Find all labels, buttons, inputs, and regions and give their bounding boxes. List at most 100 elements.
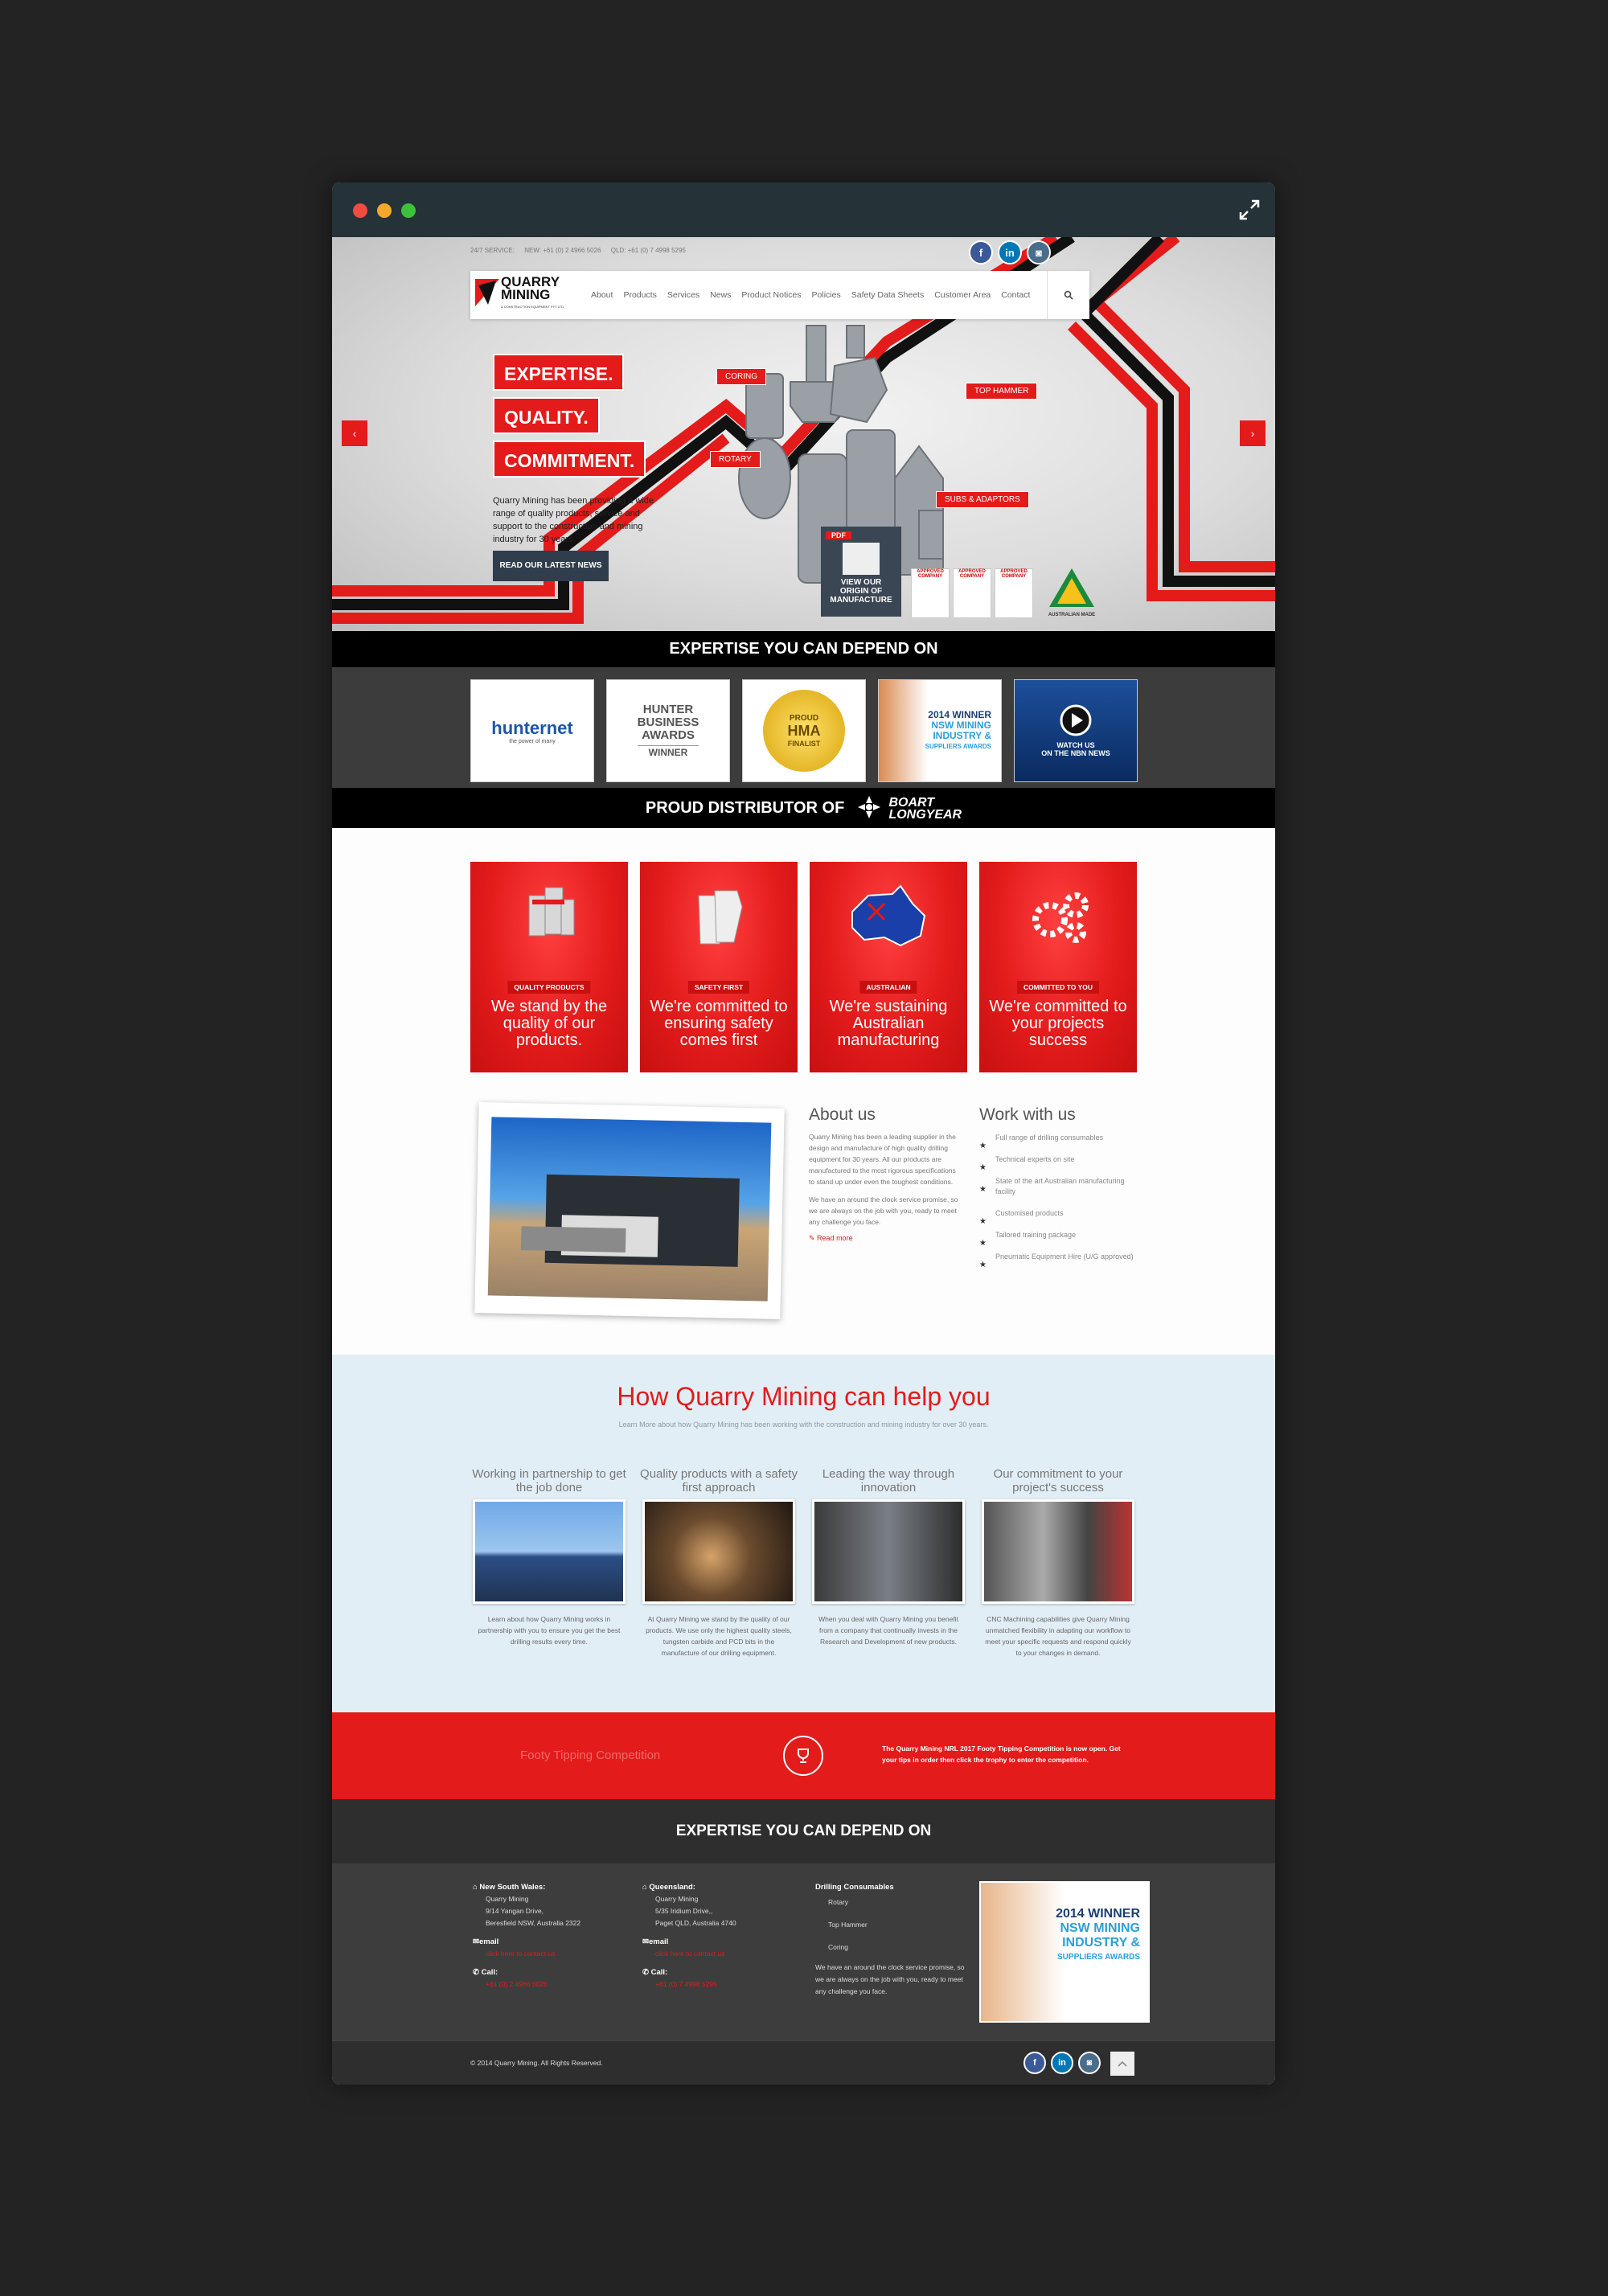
footy-title: Footy Tipping Competition	[520, 1749, 661, 1762]
hunternet-logo[interactable]: hunternet the power of many	[470, 679, 594, 782]
facebook-icon[interactable]: f	[1023, 2052, 1046, 2074]
qld-contact-link[interactable]: click here to contact us	[642, 1948, 803, 1960]
minimize-window-button[interactable]	[377, 203, 392, 218]
nsw-mining-award-logo[interactable]: 2014 WINNER NSW MINING INDUSTRY & SUPPLI…	[878, 679, 1002, 782]
social-links-footer: f in ◙	[1023, 2052, 1101, 2074]
instagram-icon[interactable]: ◙	[1078, 2052, 1101, 2074]
label-top-hammer[interactable]: TOP HAMMER	[966, 383, 1038, 400]
footer-link-coring[interactable]: Coring	[815, 1941, 968, 1954]
phone-qld[interactable]: QLD: +61 (0) 7 4998 5295	[611, 247, 686, 254]
about-paragraph-2: We have an around the clock service prom…	[809, 1195, 958, 1226]
phone-nsw[interactable]: NEW: +61 (0) 2 4966 5026	[524, 247, 601, 254]
nav-customer-area[interactable]: Customer Area	[934, 290, 991, 300]
australia-map-icon	[851, 884, 926, 947]
work-item: Customised products	[979, 1208, 1140, 1227]
nav-contact[interactable]: Contact	[1001, 290, 1030, 300]
help-col-image[interactable]	[642, 1499, 795, 1604]
footy-text: The Quarry Mining NRL 2017 Footy Tipping…	[882, 1745, 1121, 1764]
trophy-button[interactable]	[783, 1736, 823, 1776]
help-col-image[interactable]	[982, 1499, 1134, 1604]
search-button[interactable]	[1047, 271, 1089, 319]
help-subtitle: Learn More about how Quarry Mining has b…	[618, 1421, 989, 1429]
boart-longyear-logo[interactable]: BOART LONGYEAR	[888, 796, 962, 821]
topbar-contact: 24/7 SERVICE: NEW: +61 (0) 2 4966 5026 Q…	[470, 247, 694, 254]
feature-card-committed[interactable]: COMMITTED TO YOU We're committed to your…	[979, 862, 1137, 1072]
slider-prev-button[interactable]: ‹	[342, 420, 367, 446]
linkedin-icon[interactable]: in	[998, 240, 1022, 264]
help-col-text: At Quarry Mining we stand by the quality…	[646, 1615, 792, 1657]
cert-badge-3: APPROVED COMPANY	[995, 568, 1033, 618]
feature-card-australian[interactable]: AUSTRALIAN We're sustaining Australian m…	[810, 862, 967, 1072]
service-label: 24/7 SERVICE:	[470, 247, 515, 254]
browser-window: 24/7 SERVICE: NEW: +61 (0) 2 4966 5026 Q…	[332, 182, 1275, 2085]
nav-product-notices[interactable]: Product Notices	[741, 290, 801, 300]
facebook-icon[interactable]: f	[969, 240, 993, 264]
expertise-banner: EXPERTISE YOU CAN DEPEND ON	[332, 631, 1275, 667]
nav-services[interactable]: Services	[667, 290, 699, 300]
pdf-text: VIEW OUR ORIGIN OF MANUFACTURE	[830, 578, 892, 605]
envelope-icon: ✉	[473, 1937, 479, 1946]
document-thumbnail	[843, 543, 880, 575]
feature-card-quality[interactable]: QUALITY PRODUCTS We stand by the quality…	[470, 862, 628, 1072]
origin-of-manufacture-link[interactable]: PDF VIEW OUR ORIGIN OF MANUFACTURE	[821, 527, 901, 617]
website: 24/7 SERVICE: NEW: +61 (0) 2 4966 5026 Q…	[332, 237, 1275, 2085]
nav-about[interactable]: About	[591, 290, 613, 300]
pencil-icon: ✎	[809, 1234, 818, 1242]
footer: ⌂ New South Wales: Quarry Mining 9/14 Ya…	[332, 1863, 1275, 2040]
label-subs-adaptors[interactable]: SUBS & ADAPTORS	[936, 491, 1029, 508]
work-title: Work with us	[979, 1105, 1076, 1124]
read-more-link[interactable]: ✎ Read more	[809, 1234, 962, 1243]
maximize-window-button[interactable]	[401, 203, 416, 218]
distributor-banner: PROUD DISTRIBUTOR OF BOART LONGYEAR	[332, 788, 1275, 828]
footer-link-rotary[interactable]: Rotary	[815, 1896, 968, 1909]
nav-news[interactable]: News	[710, 290, 731, 300]
logo-text-2: MINING	[501, 287, 551, 302]
partner-logos-strip: hunternet the power of many HUNTER BUSINE…	[332, 667, 1275, 788]
label-coring[interactable]: CORING	[716, 368, 766, 385]
nav-products[interactable]: Products	[623, 290, 656, 300]
about-title: About us	[809, 1105, 876, 1124]
distributor-text: PROUD DISTRIBUTOR OF	[645, 799, 845, 817]
hma-finalist-logo[interactable]: PROUD HMA FINALIST	[742, 679, 866, 782]
nav-policies[interactable]: Policies	[812, 290, 841, 300]
pdf-icon: PDF	[826, 531, 851, 539]
hero-tag-commitment: COMMITMENT.	[493, 441, 646, 478]
feature-text: We're sustaining Australian manufacturin…	[829, 998, 948, 1049]
cert-badge-1: APPROVED COMPANY	[911, 568, 950, 618]
australian-made-logo: AUSTRALIAN MADE	[1048, 567, 1096, 617]
qld-phone-link[interactable]: +61 (0) 7 4998 5295	[642, 1978, 803, 1991]
work-item: Technical experts on site	[979, 1154, 1140, 1173]
slider-next-button[interactable]: ›	[1240, 420, 1265, 446]
instagram-icon[interactable]: ◙	[1027, 240, 1051, 264]
back-to-top-button[interactable]	[1110, 2052, 1134, 2076]
help-col-title: Leading the way through innovation	[822, 1467, 955, 1494]
label-rotary[interactable]: ROTARY	[710, 451, 761, 468]
feature-label: AUSTRALIAN	[859, 981, 917, 994]
footer-nsw: ⌂ New South Wales: Quarry Mining 9/14 Ya…	[473, 1881, 634, 1991]
nav-safety-data-sheets[interactable]: Safety Data Sheets	[851, 290, 924, 300]
work-list: Full range of drilling consumables Techn…	[979, 1133, 1140, 1270]
close-window-button[interactable]	[353, 203, 367, 218]
site-logo[interactable]: QUARRY MINING & CONSTRUCTION EQUIPMENT P…	[475, 275, 576, 314]
help-col-image[interactable]	[812, 1499, 965, 1604]
feature-text: We stand by the quality of our products.	[490, 998, 608, 1049]
kangaroo-icon	[1049, 568, 1094, 607]
help-col-image[interactable]	[473, 1499, 626, 1604]
fullscreen-icon[interactable]	[1238, 199, 1261, 221]
linkedin-icon[interactable]: in	[1051, 2052, 1073, 2074]
social-links-top: f in ◙	[969, 240, 1051, 264]
footy-tipping-banner: Footy Tipping Competition The Quarry Min…	[332, 1712, 1275, 1799]
help-col-title: Our commitment to your project's success	[993, 1467, 1123, 1494]
footer-award-image[interactable]: 2014 WINNER NSW MINING INDUSTRY & SUPPLI…	[979, 1881, 1150, 2023]
nsw-contact-link[interactable]: click here to contact us	[473, 1948, 634, 1960]
feature-text: We're committed to your projects success	[989, 998, 1127, 1049]
nbn-news-video[interactable]: WATCH US ON THE NBN NEWS	[1014, 679, 1138, 782]
read-latest-news-button[interactable]: READ OUR LATEST NEWS	[493, 551, 609, 581]
nsw-phone-link[interactable]: +61 (0) 2 4966 5026	[473, 1978, 634, 1991]
work-item: Full range of drilling consumables	[979, 1133, 1140, 1151]
footer-link-top-hammer[interactable]: Top Hammer	[815, 1919, 968, 1931]
hma-seal: PROUD HMA FINALIST	[763, 690, 845, 772]
feature-card-safety[interactable]: SAFETY FIRST We're committed to ensuring…	[640, 862, 798, 1072]
chevron-up-icon	[1118, 2060, 1127, 2067]
hunter-business-awards-logo[interactable]: HUNTER BUSINESS AWARDS WINNER	[606, 679, 730, 782]
